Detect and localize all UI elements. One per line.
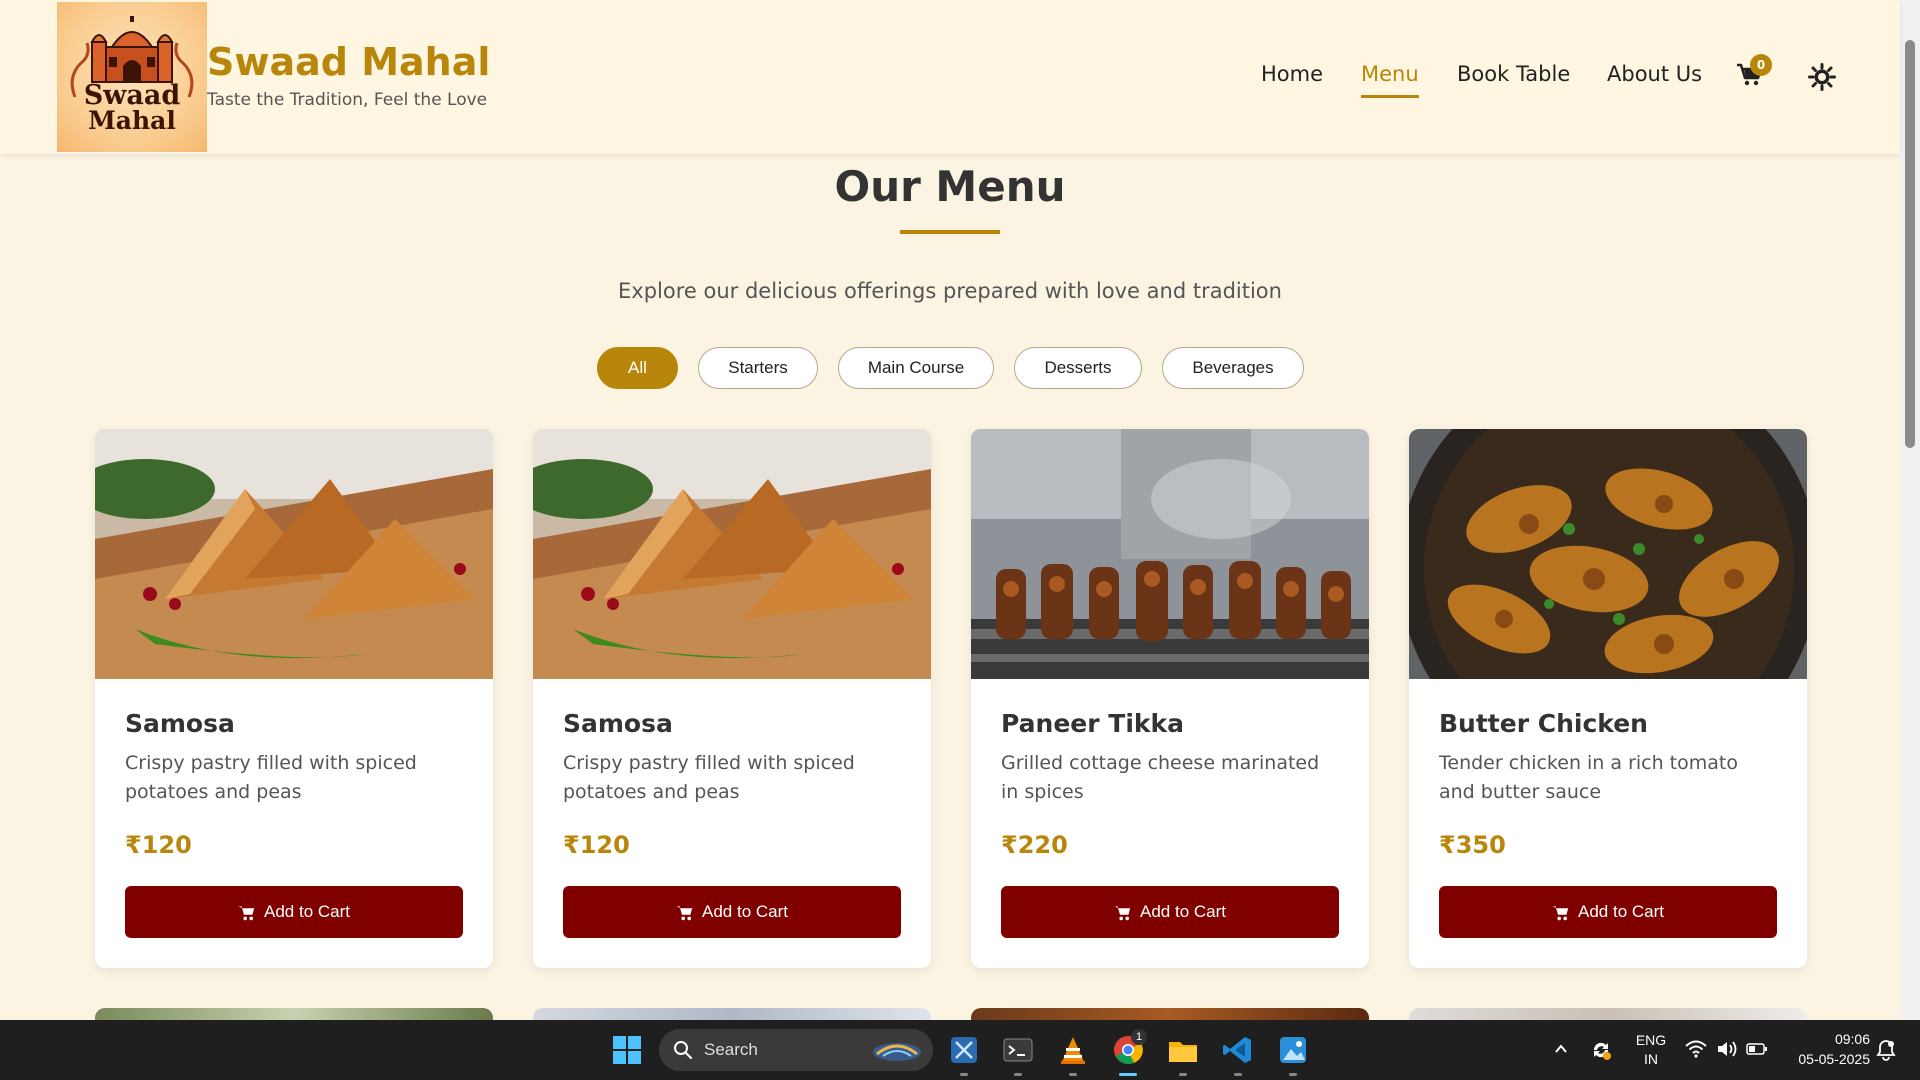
logo-text-line2: Mahal xyxy=(88,106,176,135)
taskbar-app-vscode[interactable] xyxy=(1222,1034,1254,1066)
card-description: Tender chicken in a rich tomato and butt… xyxy=(1439,752,1738,803)
cart-icon xyxy=(238,905,255,920)
vlc-icon xyxy=(1061,1037,1085,1064)
chrome-notification-badge: 1 xyxy=(1131,1029,1147,1045)
battery-icon[interactable] xyxy=(1746,1041,1768,1057)
filter-main-course[interactable]: Main Course xyxy=(838,347,994,389)
add-to-cart-label: Add to Cart xyxy=(1578,902,1664,921)
nav-home[interactable]: Home xyxy=(1261,62,1323,86)
filter-beverages[interactable]: Beverages xyxy=(1162,347,1304,389)
taskbar-app-vlc[interactable] xyxy=(1057,1034,1089,1066)
filter-starters[interactable]: Starters xyxy=(698,347,818,389)
cart-icon xyxy=(1552,905,1569,920)
taskbar-search[interactable]: Search xyxy=(659,1029,933,1071)
card-price: ₹350 xyxy=(1439,831,1506,859)
brand-name[interactable]: Swaad Mahal xyxy=(207,40,490,84)
cart-icon xyxy=(1114,905,1131,920)
nav-menu[interactable]: Menu xyxy=(1361,62,1419,98)
add-to-cart-button[interactable]: Add to Cart xyxy=(1001,886,1339,938)
chevron-up-icon[interactable] xyxy=(1553,1041,1569,1057)
menu-card: Butter Chicken Tender chicken in a rich … xyxy=(1409,429,1807,968)
language-indicator-line2[interactable]: IN xyxy=(1630,1051,1672,1067)
title-underline xyxy=(900,230,1000,234)
app-active-indicator xyxy=(1119,1073,1137,1076)
sun-icon xyxy=(1808,63,1836,91)
app-running-indicator xyxy=(1179,1073,1187,1076)
butter-chicken-photo xyxy=(1409,429,1807,679)
search-icon xyxy=(674,1041,693,1060)
search-highlight-icon xyxy=(873,1043,921,1061)
sync-icon[interactable] xyxy=(1589,1038,1613,1062)
snipping-tool-icon xyxy=(951,1037,977,1063)
card-price: ₹120 xyxy=(563,831,630,859)
add-to-cart-label: Add to Cart xyxy=(1140,902,1226,921)
card-description: Crispy pastry filled with spiced potatoe… xyxy=(125,752,417,803)
clock-time[interactable]: 09:06 xyxy=(1780,1031,1870,1047)
filter-desserts[interactable]: Desserts xyxy=(1014,347,1142,389)
card-description: Grilled cottage cheese marinated in spic… xyxy=(1001,752,1320,803)
photos-icon xyxy=(1280,1037,1306,1063)
cart-count-badge: 0 xyxy=(1750,54,1772,76)
taskbar-app-terminal[interactable] xyxy=(1002,1034,1034,1066)
add-to-cart-label: Add to Cart xyxy=(702,902,788,921)
filter-all[interactable]: All xyxy=(597,347,678,389)
start-button[interactable] xyxy=(611,1034,643,1066)
app-running-indicator xyxy=(1289,1073,1297,1076)
add-to-cart-button[interactable]: Add to Cart xyxy=(563,886,901,938)
app-running-indicator xyxy=(1069,1073,1077,1076)
card-description: Crispy pastry filled with spiced potatoe… xyxy=(563,752,855,803)
section-subtitle: Explore our delicious offerings prepared… xyxy=(618,279,1282,303)
card-title: Samosa xyxy=(125,709,235,738)
card-price: ₹220 xyxy=(1001,831,1068,859)
next-card-preview xyxy=(95,1008,493,1020)
scrollbar-thumb[interactable] xyxy=(1905,40,1915,448)
terminal-icon xyxy=(1003,1038,1033,1062)
brand-tagline: Taste the Tradition, Feel the Love xyxy=(207,90,488,110)
card-title: Paneer Tikka xyxy=(1001,709,1185,738)
taskbar-app-photos[interactable] xyxy=(1277,1034,1309,1066)
add-to-cart-button[interactable]: Add to Cart xyxy=(1439,886,1777,938)
app-running-indicator xyxy=(1234,1073,1242,1076)
folder-icon xyxy=(1169,1042,1197,1062)
samosa-photo xyxy=(533,429,931,679)
nav-book-table[interactable]: Book Table xyxy=(1457,62,1570,86)
card-title: Butter Chicken xyxy=(1439,709,1648,738)
samosa-photo xyxy=(95,429,493,679)
theme-toggle-button[interactable] xyxy=(1808,63,1836,91)
brand-logo[interactable]: Swaad Mahal xyxy=(57,2,207,152)
search-label: Search xyxy=(704,1040,758,1059)
vscode-icon xyxy=(1223,1037,1251,1063)
page-scrollbar[interactable] xyxy=(1900,0,1920,1020)
clock-date[interactable]: 05-05-2025 xyxy=(1780,1051,1870,1067)
menu-card: Samosa Crispy pastry filled with spiced … xyxy=(533,429,931,968)
nav-about-us[interactable]: About Us xyxy=(1607,62,1702,86)
wifi-icon[interactable] xyxy=(1685,1039,1707,1059)
next-card-preview xyxy=(533,1008,931,1020)
language-indicator-line1[interactable]: ENG xyxy=(1630,1032,1672,1048)
card-title: Samosa xyxy=(563,709,673,738)
app-running-indicator xyxy=(1014,1073,1022,1076)
next-card-preview xyxy=(971,1008,1369,1020)
menu-card: Paneer Tikka Grilled cottage cheese mari… xyxy=(971,429,1369,968)
next-card-preview xyxy=(1409,1008,1807,1020)
taskbar-app-file-explorer[interactable] xyxy=(1167,1034,1199,1066)
cart-icon xyxy=(676,905,693,920)
menu-card: Samosa Crispy pastry filled with spiced … xyxy=(95,429,493,968)
taskbar: Search 1 ENG IN 09:06 05-05-2025 xyxy=(0,1020,1920,1080)
card-price: ₹120 xyxy=(125,831,192,859)
site-header: Swaad Mahal Swaad Mahal Taste the Tradit… xyxy=(0,0,1900,154)
windows-logo-icon xyxy=(613,1036,641,1064)
add-to-cart-label: Add to Cart xyxy=(264,902,350,921)
taskbar-app-snipping[interactable] xyxy=(948,1034,980,1066)
notification-bell-icon[interactable] xyxy=(1876,1039,1896,1061)
add-to-cart-button[interactable]: Add to Cart xyxy=(125,886,463,938)
section-title: Our Menu xyxy=(834,162,1066,211)
app-running-indicator xyxy=(960,1073,968,1076)
paneer-tikka-photo xyxy=(971,429,1369,679)
volume-icon[interactable] xyxy=(1716,1039,1738,1059)
